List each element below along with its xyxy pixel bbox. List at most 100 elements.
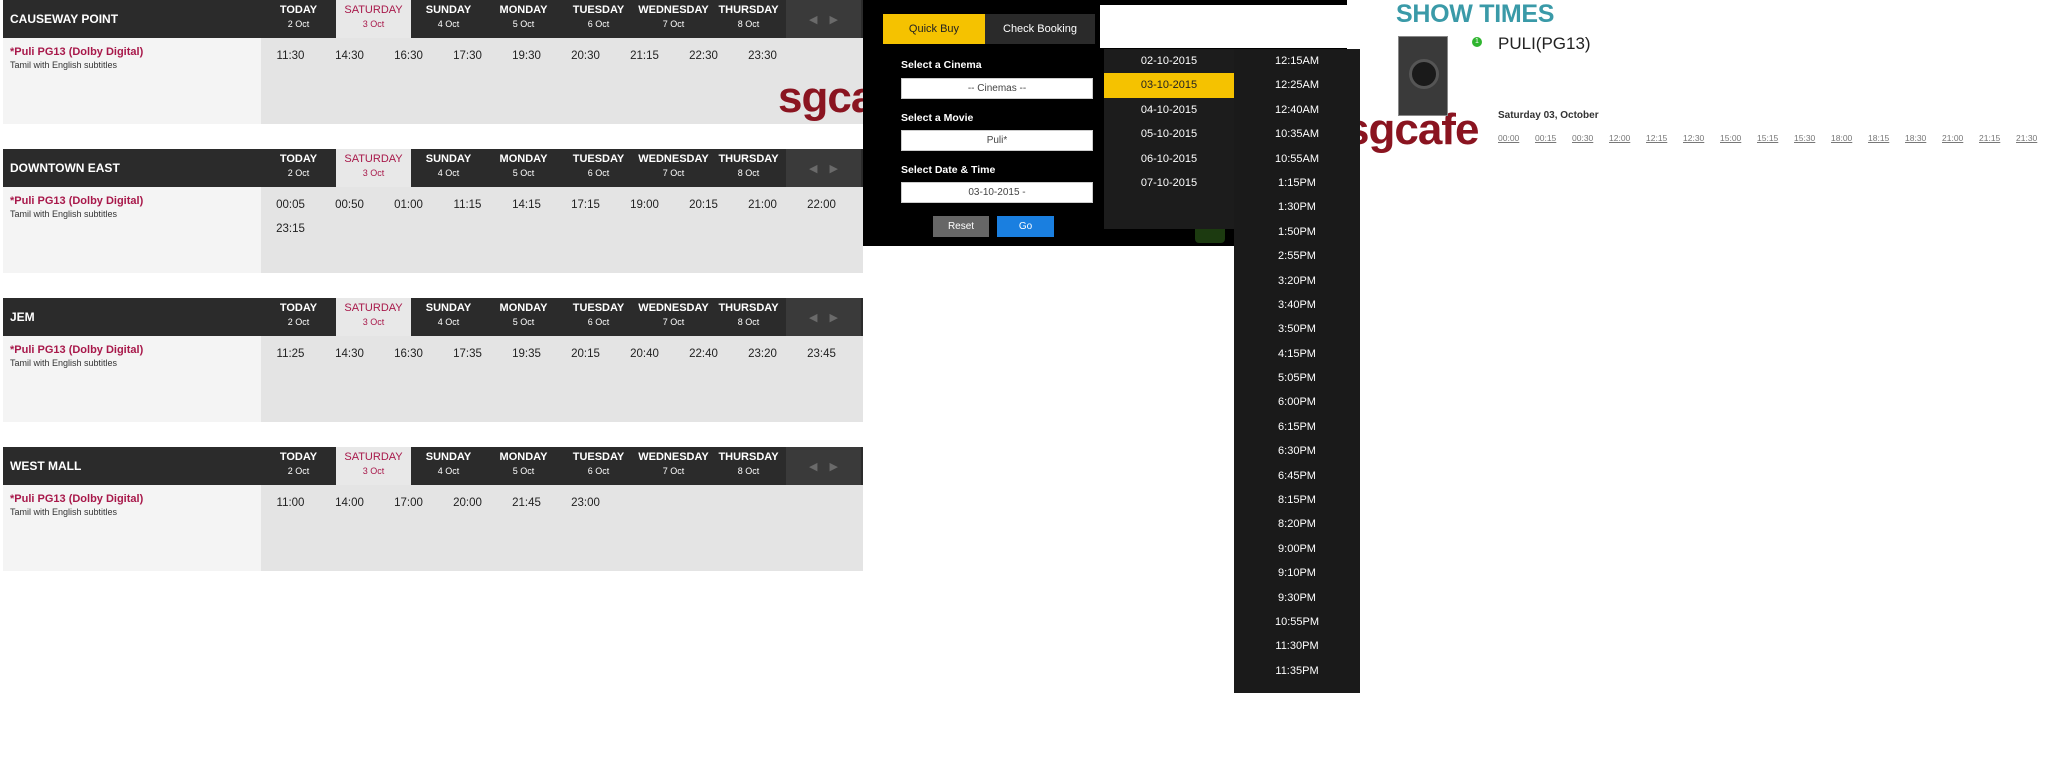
tab-day-sunday[interactable]: SUNDAY 4 Oct: [411, 447, 486, 485]
tab-day-today[interactable]: TODAY 2 Oct: [261, 149, 336, 187]
tab-day-saturday[interactable]: SATURDAY 3 Oct: [336, 447, 411, 485]
showtime-link[interactable]: 11:00: [261, 491, 320, 515]
time-option[interactable]: 2:55PM: [1234, 244, 1360, 268]
tab-day-tuesday[interactable]: TUESDAY 6 Oct: [561, 447, 636, 485]
show-time-link[interactable]: 21:00: [1942, 133, 1979, 143]
time-option[interactable]: 10:55PM: [1234, 610, 1360, 634]
showtime-link[interactable]: 20:30: [556, 44, 615, 68]
show-time-link[interactable]: 18:15: [1868, 133, 1905, 143]
time-option[interactable]: 6:30PM: [1234, 439, 1360, 463]
show-time-link[interactable]: 00:00: [1498, 133, 1535, 143]
tab-day-tuesday[interactable]: TUESDAY 6 Oct: [561, 298, 636, 336]
showtime-link[interactable]: 23:20: [733, 342, 792, 366]
showtime-link[interactable]: 11:25: [261, 342, 320, 366]
show-time-link[interactable]: 21:30: [2016, 133, 2048, 143]
next-arrow-icon[interactable]: ▶: [830, 162, 838, 175]
showtime-link[interactable]: 19:30: [497, 44, 556, 68]
show-time-link[interactable]: 12:15: [1646, 133, 1683, 143]
tab-day-sunday[interactable]: SUNDAY 4 Oct: [411, 0, 486, 38]
date-option[interactable]: 04-10-2015: [1104, 98, 1234, 122]
showtime-link[interactable]: 20:15: [556, 342, 615, 366]
time-option[interactable]: 9:00PM: [1234, 537, 1360, 561]
show-time-link[interactable]: 15:15: [1757, 133, 1794, 143]
showtime-link[interactable]: 21:00: [733, 193, 792, 217]
movie-title-link[interactable]: *Puli PG13 (Dolby Digital): [10, 344, 254, 357]
time-option[interactable]: 9:30PM: [1234, 586, 1360, 610]
time-option[interactable]: 6:15PM: [1234, 415, 1360, 439]
tab-day-monday[interactable]: MONDAY 5 Oct: [486, 0, 561, 38]
showtime-link[interactable]: 16:30: [379, 44, 438, 68]
time-option[interactable]: 10:35AM: [1234, 122, 1360, 146]
showtime-link[interactable]: 17:35: [438, 342, 497, 366]
showtime-link[interactable]: 16:30: [379, 342, 438, 366]
reset-button[interactable]: Reset: [933, 216, 989, 237]
time-option[interactable]: 3:50PM: [1234, 317, 1360, 341]
tab-day-monday[interactable]: MONDAY 5 Oct: [486, 298, 561, 336]
time-option[interactable]: 6:45PM: [1234, 464, 1360, 488]
date-option[interactable]: 07-10-2015: [1104, 171, 1234, 195]
show-time-link[interactable]: 18:00: [1831, 133, 1868, 143]
prev-arrow-icon[interactable]: ◀: [809, 162, 817, 175]
show-time-link[interactable]: 15:00: [1720, 133, 1757, 143]
tab-day-monday[interactable]: MONDAY 5 Oct: [486, 149, 561, 187]
show-time-link[interactable]: 18:30: [1905, 133, 1942, 143]
tab-day-today[interactable]: TODAY 2 Oct: [261, 298, 336, 336]
tab-day-wednesday[interactable]: WEDNESDAY 7 Oct: [636, 0, 711, 38]
time-option[interactable]: 1:50PM: [1234, 220, 1360, 244]
tab-quick-buy[interactable]: Quick Buy: [883, 14, 985, 44]
movie-title-link[interactable]: *Puli PG13 (Dolby Digital): [10, 46, 254, 59]
showtime-link[interactable]: 21:45: [497, 491, 556, 515]
movie-title-link[interactable]: *Puli PG13 (Dolby Digital): [10, 493, 254, 506]
tab-day-tuesday[interactable]: TUESDAY 6 Oct: [561, 149, 636, 187]
showtime-link[interactable]: 14:30: [320, 342, 379, 366]
tab-day-today[interactable]: TODAY 2 Oct: [261, 0, 336, 38]
movie-title-link[interactable]: *Puli PG13 (Dolby Digital): [10, 195, 254, 208]
cinema-name[interactable]: WEST MALL: [3, 447, 261, 485]
tab-day-thursday[interactable]: THURSDAY 8 Oct: [711, 298, 786, 336]
showtime-link[interactable]: 23:00: [556, 491, 615, 515]
next-arrow-icon[interactable]: ▶: [830, 13, 838, 26]
date-option[interactable]: 05-10-2015: [1104, 122, 1234, 146]
time-option[interactable]: 11:30PM: [1234, 634, 1360, 658]
time-option[interactable]: 8:15PM: [1234, 488, 1360, 512]
show-time-link[interactable]: 00:30: [1572, 133, 1609, 143]
movie-select[interactable]: Puli*: [901, 130, 1093, 151]
showtime-link[interactable]: 20:15: [674, 193, 733, 217]
showtime-link[interactable]: 17:15: [556, 193, 615, 217]
showtime-link[interactable]: 23:30: [733, 44, 792, 68]
tab-day-sunday[interactable]: SUNDAY 4 Oct: [411, 149, 486, 187]
time-option[interactable]: 11:35PM: [1234, 659, 1360, 683]
time-option[interactable]: 12:15AM: [1234, 49, 1360, 73]
tab-check-booking[interactable]: Check Booking: [985, 14, 1095, 44]
tab-day-tuesday[interactable]: TUESDAY 6 Oct: [561, 0, 636, 38]
time-option[interactable]: 3:40PM: [1234, 293, 1360, 317]
show-time-link[interactable]: 12:30: [1683, 133, 1720, 143]
tab-day-monday[interactable]: MONDAY 5 Oct: [486, 447, 561, 485]
tab-day-saturday[interactable]: SATURDAY 3 Oct: [336, 0, 411, 38]
showtime-link[interactable]: 11:30: [261, 44, 320, 68]
time-option[interactable]: 9:10PM: [1234, 561, 1360, 585]
showtime-link[interactable]: 19:00: [615, 193, 674, 217]
show-time-link[interactable]: 12:00: [1609, 133, 1646, 143]
date-option[interactable]: 06-10-2015: [1104, 147, 1234, 171]
time-option[interactable]: 6:00PM: [1234, 390, 1360, 414]
tab-day-thursday[interactable]: THURSDAY 8 Oct: [711, 149, 786, 187]
showtime-link[interactable]: 00:50: [320, 193, 379, 217]
showtime-link[interactable]: 01:00: [379, 193, 438, 217]
showtime-link[interactable]: 23:15: [261, 217, 320, 241]
showtime-link[interactable]: 19:35: [497, 342, 556, 366]
tab-day-thursday[interactable]: THURSDAY 8 Oct: [711, 0, 786, 38]
showtime-link[interactable]: 17:30: [438, 44, 497, 68]
time-option[interactable]: 8:20PM: [1234, 512, 1360, 536]
time-option[interactable]: 4:15PM: [1234, 342, 1360, 366]
show-time-link[interactable]: 00:15: [1535, 133, 1572, 143]
date-option[interactable]: 02-10-2015: [1104, 49, 1234, 73]
showtime-link[interactable]: 22:30: [674, 44, 733, 68]
showtime-link[interactable]: 20:00: [438, 491, 497, 515]
next-arrow-icon[interactable]: ▶: [830, 460, 838, 473]
time-option[interactable]: 12:40AM: [1234, 98, 1360, 122]
next-arrow-icon[interactable]: ▶: [830, 311, 838, 324]
tab-day-today[interactable]: TODAY 2 Oct: [261, 447, 336, 485]
date-option[interactable]: 03-10-2015: [1104, 73, 1234, 98]
showtime-link[interactable]: 00:05: [261, 193, 320, 217]
